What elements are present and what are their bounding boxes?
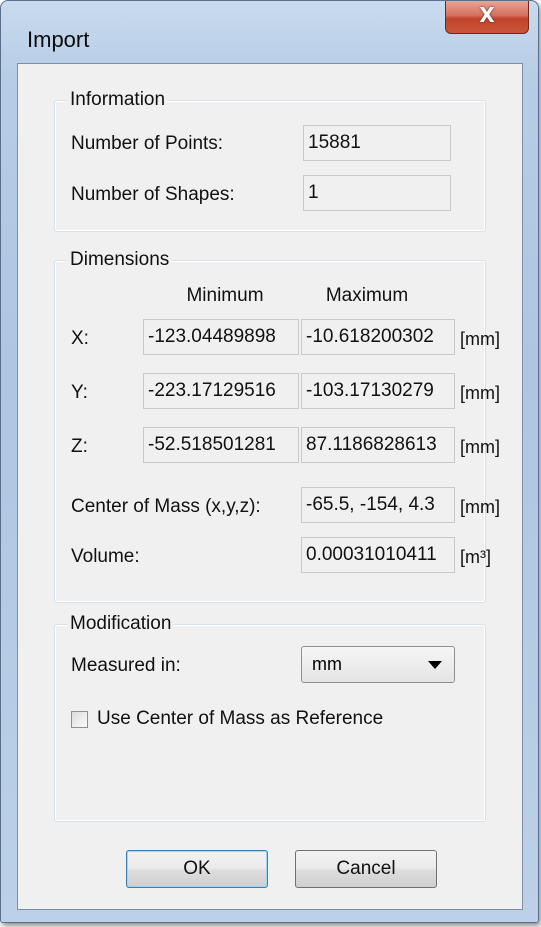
use-center-of-mass-label[interactable]: Use Center of Mass as Reference <box>97 708 383 730</box>
number-of-points-field: 15881 <box>303 125 451 161</box>
y-maximum-field: -103.17130279 <box>301 373 455 409</box>
x-minimum-field: -123.04489898 <box>143 319 299 355</box>
maximum-header: Maximum <box>325 285 409 306</box>
import-dialog: Import X Information Number of Points: 1… <box>0 0 539 923</box>
x-maximum-field: -10.618200302 <box>301 319 455 355</box>
volume-label: Volume: <box>71 546 140 567</box>
use-center-of-mass-checkbox[interactable] <box>71 711 88 728</box>
z-unit: [mm] <box>460 437 500 457</box>
y-minimum-field: -223.17129516 <box>143 373 299 409</box>
center-of-mass-unit: [mm] <box>460 497 500 517</box>
measured-in-dropdown[interactable]: mm <box>301 646 455 683</box>
number-of-shapes-field: 1 <box>303 175 451 211</box>
volume-field: 0.00031010411 <box>301 537 455 573</box>
information-legend: Information <box>67 89 169 111</box>
modification-group: Modification Measured in: mm Use Center … <box>54 613 486 822</box>
y-unit: [mm] <box>460 383 500 403</box>
dimensions-legend: Dimensions <box>67 249 173 271</box>
measured-in-value: mm <box>312 654 342 674</box>
chevron-down-icon <box>428 661 442 669</box>
z-minimum-field: -52.518501281 <box>143 427 299 463</box>
volume-unit: [m³] <box>460 547 491 567</box>
minimum-header: Minimum <box>186 285 264 306</box>
information-group: Information Number of Points: 15881 Numb… <box>54 89 486 232</box>
number-of-shapes-label: Number of Shapes: <box>71 184 235 205</box>
measured-in-label: Measured in: <box>71 655 181 676</box>
dialog-client-area: Information Number of Points: 15881 Numb… <box>17 63 523 910</box>
x-unit: [mm] <box>460 329 500 349</box>
y-label: Y: <box>71 382 88 403</box>
close-icon: X <box>479 3 495 27</box>
center-of-mass-label: Center of Mass (x,y,z): <box>71 496 261 517</box>
dialog-title: Import <box>27 27 90 52</box>
x-label: X: <box>71 328 89 349</box>
dimensions-group: Dimensions Minimum Maximum X: -123.04489… <box>54 249 500 603</box>
z-label: Z: <box>71 436 88 457</box>
cancel-button[interactable]: Cancel <box>295 850 437 888</box>
center-of-mass-field: -65.5, -154, 4.3 <box>301 487 455 523</box>
modification-legend: Modification <box>67 613 175 635</box>
ok-button[interactable]: OK <box>126 850 268 888</box>
z-maximum-field: 87.1186828613 <box>301 427 455 463</box>
close-button[interactable]: X <box>445 1 529 34</box>
number-of-points-label: Number of Points: <box>71 133 224 154</box>
